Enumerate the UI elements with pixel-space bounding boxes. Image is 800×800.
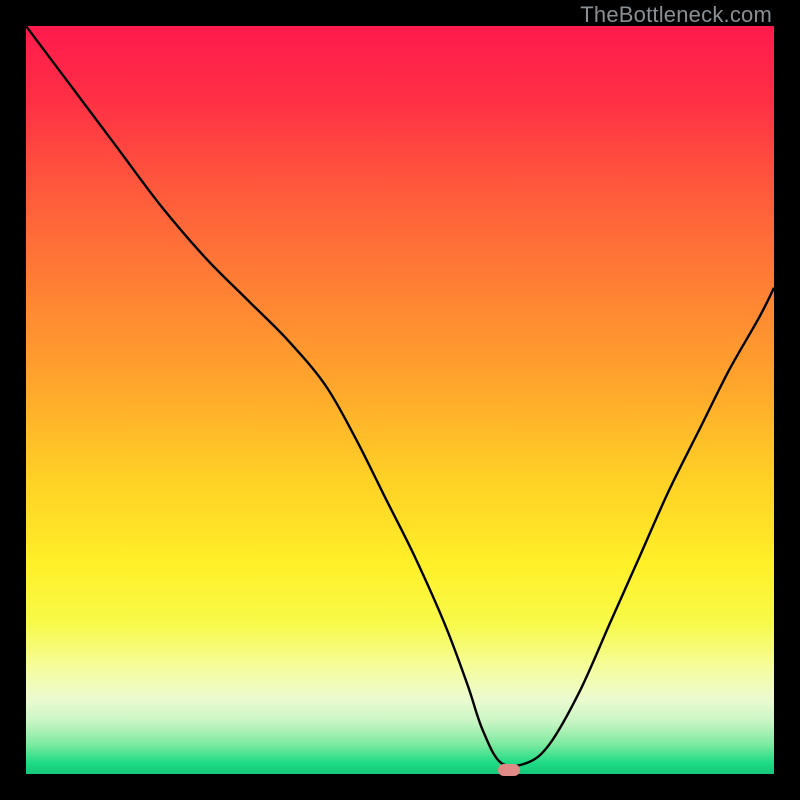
optimal-marker [498, 764, 520, 776]
watermark-text: TheBottleneck.com [580, 2, 772, 28]
chart-frame: TheBottleneck.com [0, 0, 800, 800]
plot-area [26, 26, 774, 774]
bottleneck-curve [26, 26, 774, 774]
